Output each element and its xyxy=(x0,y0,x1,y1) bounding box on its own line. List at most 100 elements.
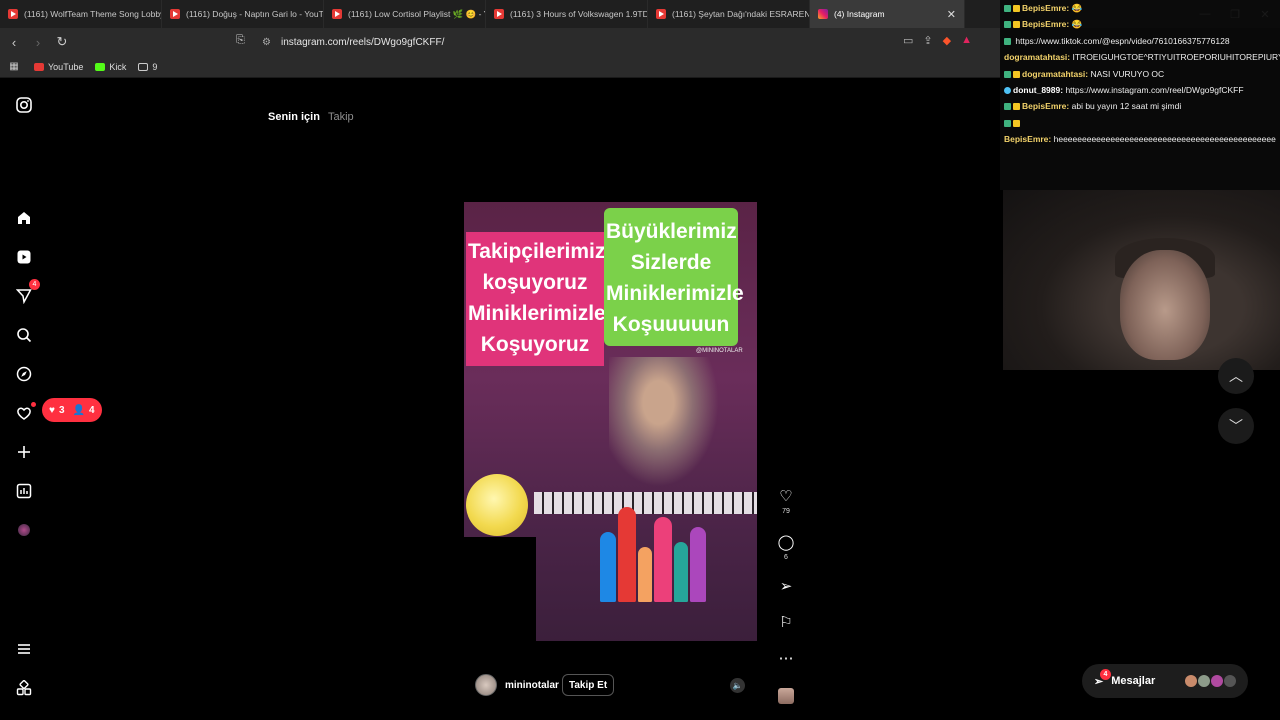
browser-tab[interactable]: (1161) 3 Hours of Volkswagen 1.9TD xyxy=(486,0,648,28)
reel-caption-right: Büyüklerimiz Sizlerde Miniklerimizle Koş… xyxy=(604,208,744,346)
conversation-avatars xyxy=(1185,675,1236,687)
menu-icon[interactable] xyxy=(14,639,34,659)
youtube-icon xyxy=(170,9,180,19)
more-options-button[interactable]: ⋯ xyxy=(774,650,798,668)
reel-person-image xyxy=(609,357,719,487)
reel-navigation: ︿ ﹀ xyxy=(1218,358,1254,458)
brave-rewards-icon[interactable]: ▲ xyxy=(961,34,972,47)
heart-icon: ♥ xyxy=(49,404,55,416)
threads-icon[interactable] xyxy=(14,678,34,698)
webcam-person xyxy=(1120,250,1210,360)
messages-button[interactable]: ➢ 4 Mesajlar xyxy=(1082,664,1248,698)
badge-icon xyxy=(1013,70,1020,78)
bookmark-folder[interactable]: 9 xyxy=(138,62,157,72)
emoji-sticker xyxy=(466,474,528,536)
create-icon[interactable] xyxy=(14,442,34,462)
share-icon[interactable]: ⇪ xyxy=(923,34,932,47)
chat-message: BepisEmre: 😂 xyxy=(1000,0,1280,16)
youtube-icon xyxy=(494,9,504,19)
bookmark-youtube[interactable]: YouTube xyxy=(34,62,83,72)
messages-badge: 4 xyxy=(1100,669,1111,680)
brave-shield-icon[interactable]: ◆ xyxy=(943,34,951,47)
browser-tab-active[interactable]: (4) Instagram ✕ xyxy=(810,0,965,28)
notification-dot xyxy=(31,402,36,407)
chat-message: donut_8989: https://www.instagram.com/re… xyxy=(1000,82,1280,98)
bookmark-icon[interactable]: ⎘ xyxy=(236,34,245,47)
cast-icon[interactable]: ▭ xyxy=(903,34,913,47)
tab-for-you[interactable]: Senin için xyxy=(268,111,320,123)
chat-message: dogramatahtasi: ITROEIGUHGTOE^RTIYUITROE… xyxy=(1004,52,1280,63)
badge-icon xyxy=(1004,70,1011,78)
messages-icon[interactable]: 4 xyxy=(14,279,40,306)
bookmark-kick[interactable]: Kick xyxy=(95,62,126,72)
reels-icon[interactable] xyxy=(14,247,34,267)
badge-icon xyxy=(1004,87,1011,95)
feed-tabs: Senin için Takip xyxy=(268,111,354,123)
chat-message: https://www.tiktok.com/@espn/video/76101… xyxy=(1000,33,1280,49)
profile-avatar[interactable] xyxy=(14,520,34,540)
forward-icon[interactable]: › xyxy=(28,35,48,50)
reload-icon[interactable]: ↻ xyxy=(52,34,72,50)
author-username[interactable]: mininotalar xyxy=(505,680,559,691)
previous-reel-button[interactable]: ︿ xyxy=(1218,358,1254,394)
heart-icon[interactable] xyxy=(14,402,36,423)
send-icon: ➢ xyxy=(779,578,793,595)
like-count: 79 xyxy=(782,508,790,515)
reel-watermark: @MININOTALAR xyxy=(696,348,743,354)
chat-message xyxy=(1000,115,1280,131)
save-button[interactable]: ⚐ xyxy=(774,614,798,632)
tab-following[interactable]: Takip xyxy=(328,111,354,123)
folder-icon xyxy=(138,62,149,71)
youtube-icon xyxy=(656,9,666,19)
explore-icon[interactable] xyxy=(14,364,34,384)
browser-tab[interactable]: (1161) Şeytan Dağı'ndaki ESRARENG xyxy=(648,0,810,28)
stream-chat-overlay: BepisEmre: 😂 BepisEmre: 😂 https://www.ti… xyxy=(1000,0,1280,190)
streamer-webcam xyxy=(1003,190,1280,370)
badge-icon xyxy=(1004,5,1011,12)
family-illustration xyxy=(592,492,712,602)
bookmarks-bar: ▦ YouTube Kick 9 xyxy=(0,56,1000,78)
youtube-icon xyxy=(8,9,18,19)
address-bar[interactable]: ⚙ instagram.com/reels/DWgo9gfCKFF/ xyxy=(254,31,974,53)
browser-tab[interactable]: (1161) Low Cortisol Playlist 🌿 😊 - Y xyxy=(324,0,486,28)
mute-icon[interactable]: 🔈 xyxy=(730,678,745,693)
kick-icon xyxy=(95,62,106,71)
reel-black-region xyxy=(464,537,536,642)
back-icon[interactable]: ‹ xyxy=(4,35,24,50)
share-button[interactable]: ➢ xyxy=(774,578,798,596)
comment-icon: ◯ xyxy=(777,534,795,551)
comment-count: 6 xyxy=(784,554,788,561)
chat-message: BepisEmre: 😂 xyxy=(1000,16,1280,32)
messages-badge: 4 xyxy=(29,279,40,290)
instagram-icon xyxy=(818,9,828,19)
badge-icon xyxy=(1004,21,1011,29)
browser-tab[interactable]: (1161) WolfTeam Theme Song Lobby xyxy=(0,0,162,28)
instagram-sidebar: 4 xyxy=(0,78,48,720)
badge-icon xyxy=(1013,5,1020,12)
like-button[interactable]: ♡ 79 xyxy=(774,488,798,515)
author-avatar[interactable] xyxy=(475,674,497,696)
activity-notification-pill[interactable]: ♥ 3 👤 4 xyxy=(42,398,102,422)
next-reel-button[interactable]: ﹀ xyxy=(1218,408,1254,444)
youtube-icon xyxy=(34,62,44,71)
dashboard-icon[interactable] xyxy=(14,481,34,501)
youtube-icon xyxy=(332,9,342,19)
badge-icon xyxy=(1013,103,1020,111)
chat-message: BepisEmre: abi bu yayın 12 saat mi şimdi xyxy=(1000,98,1280,114)
follow-button[interactable]: Takip Et xyxy=(562,674,615,696)
comment-button[interactable]: ◯ 6 xyxy=(774,534,798,561)
search-icon[interactable] xyxy=(14,325,34,345)
apps-grid-icon[interactable]: ▦ xyxy=(4,61,24,72)
audio-thumbnail[interactable] xyxy=(778,688,794,704)
reel-player[interactable]: Takipçilerimizle koşuyoruz Miniklerimizl… xyxy=(464,162,757,707)
url-text: instagram.com/reels/DWgo9gfCKFF/ xyxy=(280,36,445,48)
instagram-logo-icon[interactable] xyxy=(14,95,34,115)
close-tab-icon[interactable]: ✕ xyxy=(947,8,956,21)
badge-icon xyxy=(1013,21,1020,29)
badge-icon xyxy=(1013,119,1020,127)
more-icon: ⋯ xyxy=(778,650,794,667)
badge-icon xyxy=(1004,119,1011,127)
site-settings-icon[interactable]: ⚙ xyxy=(262,37,271,48)
browser-tab[interactable]: (1161) Doğuş - Naptın Gari lo - YouT xyxy=(162,0,324,28)
home-icon[interactable] xyxy=(14,208,34,228)
